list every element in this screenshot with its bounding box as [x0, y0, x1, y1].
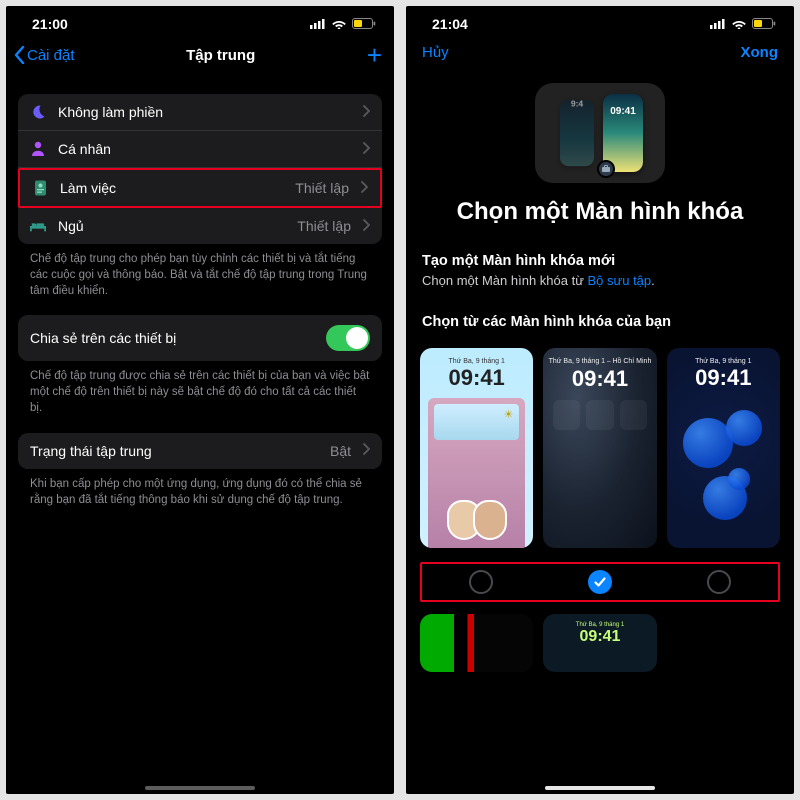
person-icon [30, 141, 46, 157]
illustration-card-back: 9:4 [560, 100, 594, 166]
wallpaper1-photo [428, 398, 525, 548]
status-bar: 21:00 [6, 6, 394, 38]
modal-title: Chọn một Màn hình khóa [406, 197, 794, 227]
period: . [651, 273, 655, 288]
home-indicator[interactable] [145, 786, 255, 790]
row-work[interactable]: Làm việc Thiết lập [18, 168, 382, 208]
wallpaper-time: 09:41 [580, 628, 621, 646]
row-label: Làm việc [60, 180, 283, 196]
share-description: Chế độ tập trung được chia sẻ trên các t… [18, 361, 382, 416]
row-label: Cá nhân [58, 141, 351, 157]
chevron-right-icon [363, 443, 370, 458]
row-focus-status[interactable]: Trạng thái tập trung Bật [18, 433, 382, 469]
illustration-time: 09:41 [610, 106, 636, 117]
status-time: 21:00 [32, 16, 68, 32]
phone-left-focus-settings: 21:00 Cài đặt Tập trung + [6, 6, 394, 794]
done-button[interactable]: Xong [741, 44, 779, 61]
cellular-signal-icon [710, 16, 726, 32]
choose-section-title: Chọn từ các Màn hình khóa của bạn [406, 288, 794, 334]
wallpaper-option-3[interactable]: Thứ Ba, 9 tháng 1 09:41 [667, 348, 780, 548]
settings-content: Không làm phiền Cá nhân Làm việc [6, 78, 394, 520]
select-wallpaper-1[interactable] [469, 570, 493, 594]
badge-icon [32, 180, 48, 196]
create-section-title: Tạo một Màn hình khóa mới [406, 227, 794, 273]
modal-top-actions: Hủy Xong [406, 38, 794, 73]
moon-icon [30, 104, 46, 120]
select-wallpaper-3[interactable] [707, 570, 731, 594]
add-focus-button[interactable]: + [367, 42, 382, 68]
row-personal[interactable]: Cá nhân [18, 131, 382, 168]
wallpaper-option-6[interactable] [667, 614, 780, 672]
focus-description: Chế độ tập trung cho phép bạn tùy chỉnh … [18, 244, 382, 299]
phone-right-choose-lockscreen: 21:04 Hủy Xong 9:4 09:41 Chọn [406, 6, 794, 794]
status-right-cluster [710, 16, 776, 32]
wallpaper-time: 09:41 [572, 366, 628, 392]
wallpaper-time: 09:41 [695, 365, 751, 391]
row-label: Không làm phiền [58, 104, 351, 120]
wallpaper-time: 09:41 [449, 365, 505, 391]
wallpaper-date: Thứ Ba, 9 tháng 1 ⎯ Hồ Chí Minh [549, 358, 652, 366]
bed-icon [30, 218, 46, 234]
home-indicator[interactable] [545, 786, 655, 790]
illustration-time-back: 9:4 [571, 100, 583, 109]
chevron-right-icon [363, 142, 370, 157]
wallpaper1-faces [428, 500, 525, 540]
select-wallpaper-2[interactable] [588, 570, 612, 594]
status-right-cluster [310, 16, 376, 32]
page-title: Tập trung [186, 47, 255, 64]
row-detail: Thiết lập [297, 218, 351, 234]
cancel-button[interactable]: Hủy [422, 44, 449, 61]
share-group: Chia sẻ trên các thiết bị [18, 315, 382, 361]
wallpaper-option-1[interactable]: Thứ Ba, 9 tháng 1 09:41 [420, 348, 533, 548]
row-label: Ngủ [58, 218, 285, 234]
chevron-left-icon [14, 46, 25, 64]
create-section-subtitle: Chọn một Màn hình khóa từ Bộ sưu tập. [406, 273, 794, 288]
wallpaper2-widgets [553, 400, 646, 430]
gallery-link[interactable]: Bộ sưu tập [588, 273, 652, 288]
wallpaper-date: Thứ Ba, 9 tháng 1 [448, 358, 504, 365]
chevron-right-icon [363, 219, 370, 234]
share-toggle[interactable] [326, 325, 370, 351]
focus-status-description: Khi bạn cấp phép cho một ứng dụng, ứng d… [18, 469, 382, 508]
wallpaper-row: Thứ Ba, 9 tháng 1 09:41 Thứ Ba, 9 tháng … [406, 334, 794, 548]
focus-status-group: Trạng thái tập trung Bật [18, 433, 382, 469]
battery-icon [752, 16, 776, 32]
wallpaper-option-2[interactable]: Thứ Ba, 9 tháng 1 ⎯ Hồ Chí Minh 09:41 [543, 348, 656, 548]
row-detail: Thiết lập [295, 180, 349, 196]
row-detail: Bật [330, 443, 351, 459]
back-label: Cài đặt [27, 47, 75, 64]
chevron-right-icon [363, 105, 370, 120]
navigation-bar: Cài đặt Tập trung + [6, 38, 394, 78]
row-label: Trạng thái tập trung [30, 443, 318, 459]
checkmark-icon [593, 575, 607, 589]
status-bar: 21:04 [406, 6, 794, 38]
cellular-signal-icon [310, 16, 326, 32]
illustration-card-front: 09:41 [603, 94, 643, 172]
wallpaper-date: Thứ Ba, 9 tháng 1 [695, 358, 751, 365]
selection-indicator-row [420, 562, 780, 602]
lockscreen-illustration: 9:4 09:41 [535, 83, 665, 183]
battery-icon [352, 16, 376, 32]
row-share-across-devices[interactable]: Chia sẻ trên các thiết bị [18, 315, 382, 361]
wallpaper-option-5[interactable]: Thứ Ba, 9 tháng 1 09:41 [543, 614, 656, 672]
create-sub-text: Chọn một Màn hình khóa từ [422, 273, 588, 288]
chevron-right-icon [361, 181, 368, 196]
row-sleep[interactable]: Ngủ Thiết lập [18, 208, 382, 244]
status-time: 21:04 [432, 16, 468, 32]
wifi-icon [331, 16, 347, 32]
row-do-not-disturb[interactable]: Không làm phiền [18, 94, 382, 131]
wallpaper-option-4[interactable] [420, 614, 533, 672]
focus-modes-group: Không làm phiền Cá nhân Làm việc [18, 94, 382, 244]
back-button[interactable]: Cài đặt [14, 46, 75, 64]
row-label: Chia sẻ trên các thiết bị [30, 330, 314, 346]
wallpaper-row-2: Thứ Ba, 9 tháng 1 09:41 [406, 602, 794, 672]
briefcase-badge-icon [597, 160, 615, 178]
wifi-icon [731, 16, 747, 32]
